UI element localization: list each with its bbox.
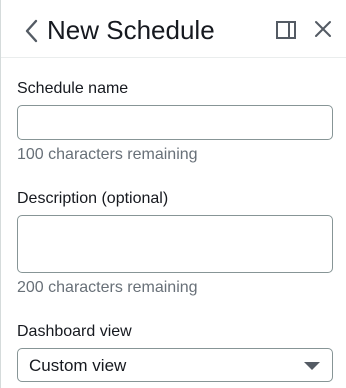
description-textarea[interactable] bbox=[17, 215, 333, 273]
page-title: New Schedule bbox=[47, 15, 215, 45]
dashboard-view-select[interactable]: Custom view bbox=[17, 348, 333, 382]
split-panel-button[interactable] bbox=[275, 20, 297, 40]
schedule-name-label: Schedule name bbox=[17, 80, 129, 97]
back-button[interactable] bbox=[21, 18, 43, 44]
caret-down-icon bbox=[304, 362, 320, 370]
chevron-left-icon bbox=[25, 19, 38, 43]
dashboard-view-value: Custom view bbox=[29, 356, 127, 375]
close-icon bbox=[315, 21, 331, 37]
description-label: Description (optional) bbox=[17, 190, 169, 207]
dashboard-view-label: Dashboard view bbox=[17, 323, 132, 340]
close-button[interactable] bbox=[313, 19, 333, 39]
split-panel-icon bbox=[276, 21, 296, 39]
description-hint: 200 characters remaining bbox=[17, 279, 198, 296]
panel-header: New Schedule bbox=[1, 0, 346, 58]
new-schedule-panel: New Schedule Schedule name 100 character… bbox=[0, 0, 346, 388]
schedule-name-input[interactable] bbox=[17, 105, 333, 140]
schedule-name-hint: 100 characters remaining bbox=[17, 146, 198, 163]
